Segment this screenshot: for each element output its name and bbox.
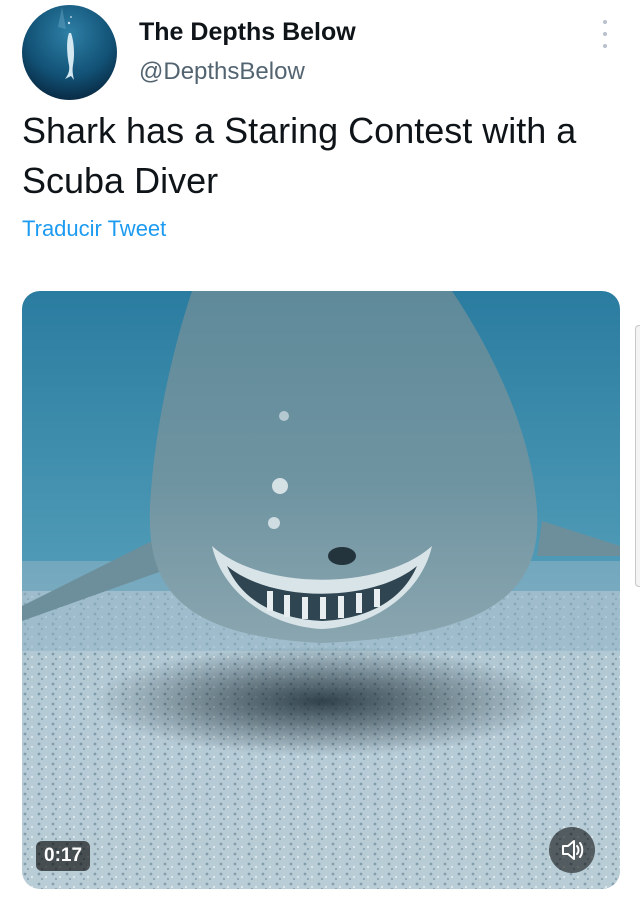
tweet-card: The Depths Below @DepthsBelow Shark has … — [0, 0, 640, 904]
more-dot — [603, 32, 607, 36]
more-options-icon[interactable] — [596, 20, 614, 48]
author-avatar[interactable] — [22, 5, 117, 100]
more-dot — [603, 44, 607, 48]
tweet-text: Shark has a Staring Contest with a Scuba… — [22, 110, 577, 201]
author-handle[interactable]: @DepthsBelow — [139, 58, 305, 86]
volume-button[interactable] — [549, 827, 595, 873]
shark-video-frame — [22, 291, 620, 889]
author-display-name[interactable]: The Depths Below — [139, 18, 356, 47]
translate-tweet-link[interactable]: Traducir Tweet — [22, 216, 166, 242]
more-dot — [603, 20, 607, 24]
whale-avatar-icon — [22, 5, 117, 100]
speaker-icon — [562, 840, 584, 860]
tweet-video[interactable]: 0:17 — [22, 291, 620, 889]
video-duration-badge: 0:17 — [36, 841, 91, 871]
scrollbar-handle[interactable] — [635, 325, 640, 587]
